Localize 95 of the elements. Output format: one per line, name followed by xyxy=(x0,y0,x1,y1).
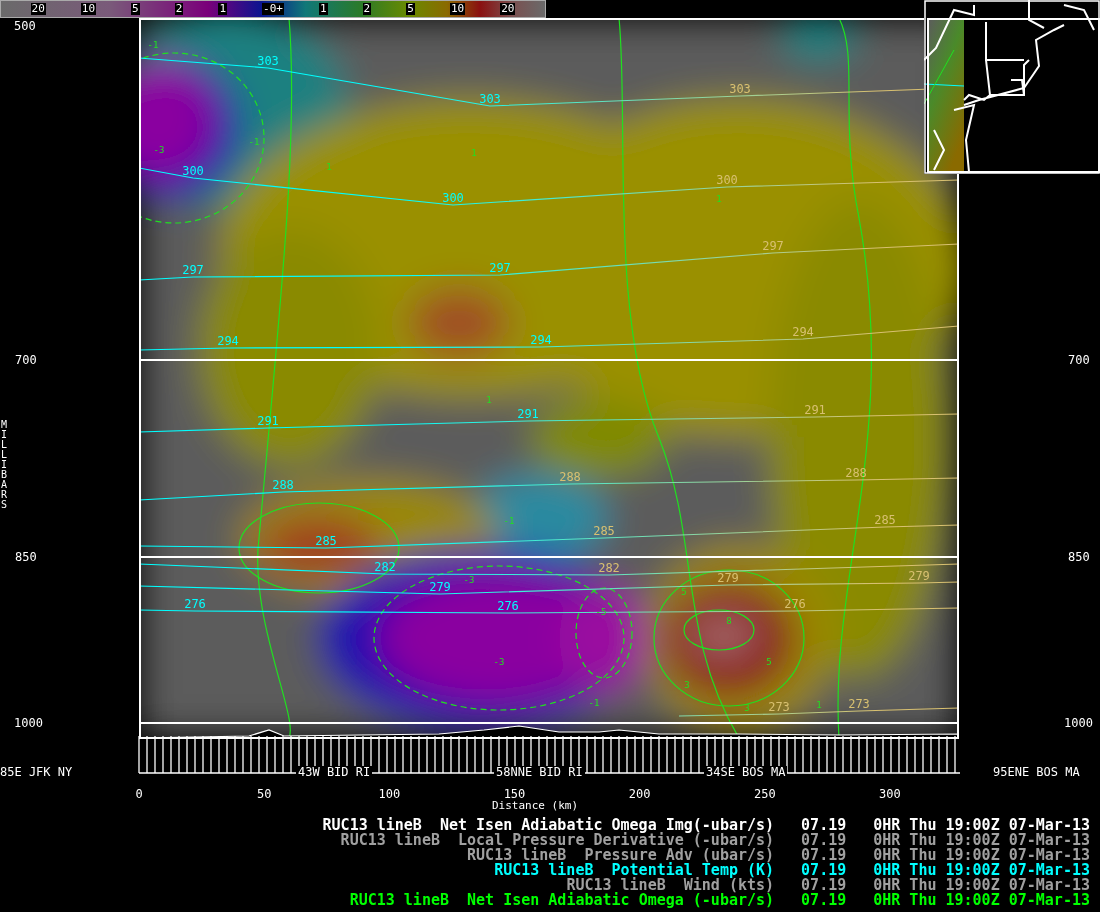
distance-label: 0 xyxy=(135,788,143,801)
distance-label: 250 xyxy=(753,788,776,801)
isentrope-label: 297 xyxy=(762,239,784,253)
isentrope-label: 303 xyxy=(479,92,501,106)
distance-label: 200 xyxy=(628,788,651,801)
scale-label: 1 xyxy=(218,3,227,15)
legend-valid-time: 0HR Thu 19:00Z 07-Mar-13 xyxy=(873,878,1090,893)
legend-title: RUC13 lineB Pressure Adv (ubar/s) xyxy=(466,848,775,863)
omega-label: -3 xyxy=(153,145,165,155)
scale-label: 5 xyxy=(406,3,415,15)
isentrope-label: 294 xyxy=(792,325,814,339)
omega-label: 1 xyxy=(326,162,332,172)
isentrope-label: 297 xyxy=(182,263,204,277)
pressure-label: 700 xyxy=(15,354,37,367)
isentrope-label: 291 xyxy=(257,414,279,428)
scale-label: 10 xyxy=(449,3,466,15)
legend-title: RUC13 lineB Local Pressure Derivative (-ubar/s) xyxy=(339,833,775,848)
pressure-label: 850 xyxy=(1068,551,1090,564)
scale-label: 2 xyxy=(174,3,184,15)
scale-label: 10 xyxy=(80,3,97,15)
legend-valid-time: 0HR Thu 19:00Z 07-Mar-13 xyxy=(873,863,1090,878)
legend-version: 07.19 xyxy=(801,878,847,893)
omega-label: -3 xyxy=(493,657,505,667)
legend-valid-time: 0HR Thu 19:00Z 07-Mar-13 xyxy=(873,893,1090,908)
isentrope-label: 294 xyxy=(217,334,239,348)
legend-valid-time: 0HR Thu 19:00Z 07-Mar-13 xyxy=(873,848,1090,863)
pressure-label: 700 xyxy=(1068,354,1090,367)
isentrope-label: 291 xyxy=(517,407,539,421)
axis-title: Distance (km) xyxy=(492,799,579,812)
distance-label: 150 xyxy=(503,788,526,801)
pressure-label: 500 xyxy=(14,20,36,33)
isentrope-label: 276 xyxy=(497,599,519,613)
pressure-label: 1000 xyxy=(14,717,43,730)
distance-label: 100 xyxy=(378,788,401,801)
isentrope-label: 285 xyxy=(874,513,896,527)
legend-version: 07.19 xyxy=(801,818,847,833)
scale-label: 20 xyxy=(500,3,516,15)
omega-label: 1 xyxy=(716,194,722,204)
scale-label: -0+ xyxy=(262,3,284,15)
legend-title: RUC13 lineB Wind (kts) xyxy=(566,878,775,893)
isentrope-label: 300 xyxy=(442,191,464,205)
omega-label: 3 xyxy=(684,680,690,690)
omega-label: -1 xyxy=(248,137,260,147)
legend-title: RUC13 lineB Net Isen Adiabatic Omega (-ubar/s) xyxy=(348,893,775,908)
omega-label: 5 xyxy=(766,657,772,667)
omega-label: -3 xyxy=(463,575,475,585)
isentrope-label: 282 xyxy=(598,561,620,575)
omega-label: -1 xyxy=(503,516,515,526)
axis-title: MILLIBARS xyxy=(1,420,9,510)
isentrope-label: 291 xyxy=(804,403,826,417)
omega-label: 1 xyxy=(471,148,477,158)
waypoint-label: 34SE BOS MA xyxy=(704,766,788,779)
isentrope-label: 303 xyxy=(729,82,751,96)
isentrope-label: 279 xyxy=(908,569,930,583)
omega-label: 5 xyxy=(681,587,687,597)
omega-label: -1 xyxy=(588,698,600,708)
section-start-label: 85E JFK NY xyxy=(0,766,73,779)
isentrope-label: 273 xyxy=(848,697,870,711)
omega-label: -1 xyxy=(147,40,159,50)
legend-version: 07.19 xyxy=(801,863,847,878)
isentrope-label: 279 xyxy=(717,571,739,585)
isentrope-label: 294 xyxy=(530,333,552,347)
omega-label: 1 xyxy=(816,700,822,710)
distance-label: 50 xyxy=(256,788,272,801)
pressure-label: 850 xyxy=(15,551,37,564)
distance-label: 300 xyxy=(879,788,901,801)
legend-valid-time: 0HR Thu 19:00Z 07-Mar-13 xyxy=(873,833,1090,848)
scale-label: 20 xyxy=(30,3,46,15)
legend-version: 07.19 xyxy=(801,833,847,848)
pressure-label: 1000 xyxy=(1064,717,1093,730)
isentrope-label: 297 xyxy=(489,261,511,275)
isentrope-label: 285 xyxy=(593,524,615,538)
isentrope-label: 300 xyxy=(182,164,204,178)
isentrope-label: 288 xyxy=(272,478,294,492)
isentrope-label: 276 xyxy=(184,597,206,611)
legend-title: RUC13 lineB Net Isen Adiabatic Omega Img(-ubar/s) xyxy=(322,818,775,833)
legend-valid-time: 0HR Thu 19:00Z 07-Mar-13 xyxy=(873,818,1090,833)
legend-title: RUC13 lineB Potential Temp (K) xyxy=(493,863,775,878)
isentrope-label: 273 xyxy=(768,700,790,714)
scale-label: 2 xyxy=(362,3,372,15)
scale-label: 5 xyxy=(131,3,140,15)
isentrope-label: 300 xyxy=(716,173,738,187)
isentrope-label: 285 xyxy=(315,534,337,548)
legend-version: 07.19 xyxy=(801,893,847,908)
omega-label: 3 xyxy=(744,703,750,713)
isentrope-label: 279 xyxy=(429,580,451,594)
scale-label: 1 xyxy=(318,3,328,15)
omega-label: 1 xyxy=(486,395,492,405)
waypoint-label: 58NNE BID RI xyxy=(494,766,585,779)
isentrope-label: 288 xyxy=(559,470,581,484)
legend-version: 07.19 xyxy=(801,848,847,863)
waypoint-label: 43W BID RI xyxy=(296,766,373,779)
omega-label: 8 xyxy=(726,616,732,626)
section-end-label: 95ENE BOS MA xyxy=(993,766,1080,779)
isentrope-label: 303 xyxy=(257,54,279,68)
